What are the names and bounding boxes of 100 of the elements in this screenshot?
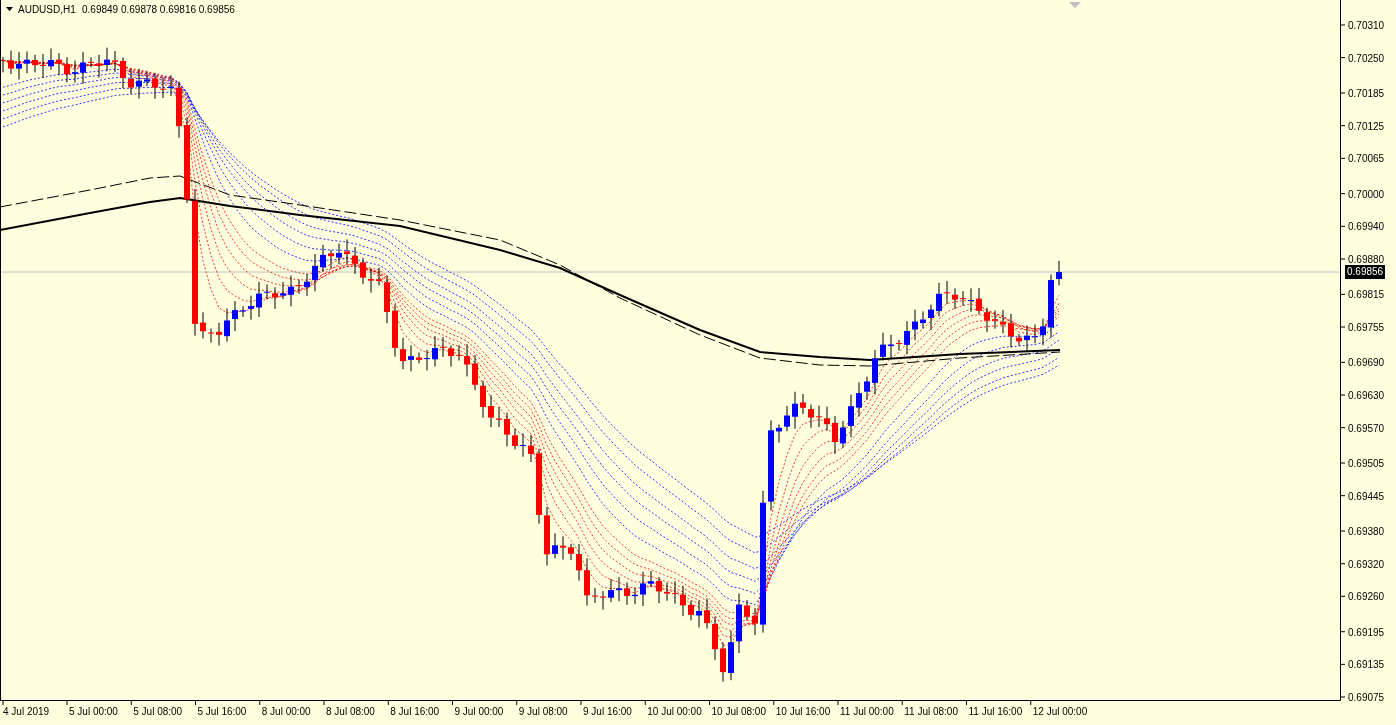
price-label: 0.70065 [1348, 153, 1385, 165]
candlestick [952, 287, 958, 310]
candlestick [552, 532, 558, 559]
candlestick [1048, 274, 1054, 339]
time-label: 9 Jul 08:00 [518, 706, 568, 717]
candlestick [176, 81, 182, 139]
candlestick [616, 576, 622, 602]
candlestick [360, 257, 366, 285]
candlestick [376, 267, 382, 286]
candlestick [680, 585, 686, 617]
candlestick [784, 405, 790, 432]
candlestick [696, 600, 702, 628]
candlestick [864, 376, 870, 401]
candlestick [344, 238, 350, 265]
candlestick [608, 578, 614, 603]
time-label: 11 Jul 16:00 [968, 706, 1023, 717]
candlestick [256, 281, 262, 318]
candlestick [664, 582, 670, 602]
candlestick [456, 344, 462, 361]
candlestick [904, 320, 910, 355]
price-label: 0.70250 [1348, 52, 1385, 64]
candlestick [528, 434, 534, 463]
candlestick [232, 300, 238, 332]
price-label: 0.69195 [1348, 626, 1385, 638]
candlestick [632, 586, 638, 605]
candlestick [600, 590, 606, 611]
candlestick [248, 295, 254, 321]
time-label: 8 Jul 00:00 [261, 706, 311, 717]
current-price-tag: 0.69856 [1345, 265, 1386, 280]
candlestick [624, 581, 630, 606]
dropdown-icon[interactable] [6, 7, 13, 11]
candlestick [208, 328, 214, 344]
candlestick [568, 543, 574, 561]
candlestick [776, 423, 782, 444]
candlestick [928, 304, 934, 331]
candlestick [944, 280, 950, 305]
time-label: 5 Jul 00:00 [69, 706, 118, 717]
price-label: 0.69630 [1348, 390, 1385, 401]
time-label: 4 Jul 2019 [3, 706, 50, 717]
time-label: 8 Jul 16:00 [390, 706, 440, 717]
candlestick [1040, 318, 1046, 346]
candlestick [1008, 313, 1014, 348]
candlestick [440, 336, 446, 358]
candlestick [480, 380, 486, 419]
time-label: 9 Jul 16:00 [583, 706, 632, 717]
price-label: 0.70310 [1348, 20, 1385, 31]
candlestick [296, 279, 302, 295]
candlestick [728, 630, 734, 681]
candlestick [152, 72, 158, 100]
price-label: 0.69690 [1348, 357, 1385, 369]
candlestick [448, 344, 454, 368]
price-label: 0.69570 [1348, 422, 1385, 434]
candlestick [744, 599, 750, 621]
candlestick [712, 616, 718, 661]
time-label: 10 Jul 00:00 [647, 706, 702, 717]
candlestick [984, 307, 990, 333]
price-label: 0.69075 [1348, 692, 1385, 703]
candlestick [1032, 323, 1038, 344]
price-label: 0.69380 [1348, 526, 1385, 538]
candlestick [160, 77, 166, 99]
candlestick [288, 275, 294, 307]
candlestick [72, 60, 78, 84]
candlestick [704, 598, 710, 630]
candlestick [640, 571, 646, 607]
time-label: 11 Jul 08:00 [904, 706, 958, 717]
candlestick [80, 51, 86, 85]
candlestick [368, 267, 374, 294]
candlestick [576, 543, 582, 582]
candlestick [88, 56, 94, 68]
price-label: 0.69755 [1348, 322, 1385, 333]
candlestick [584, 557, 590, 606]
candlestick [1024, 325, 1030, 353]
price-label: 0.69940 [1348, 221, 1385, 233]
candlestick [752, 607, 758, 636]
candlestick [688, 600, 694, 621]
candlestick [240, 305, 246, 318]
candlestick [504, 412, 510, 447]
time-label: 11 Jul 00:00 [840, 706, 894, 717]
candlestick [800, 393, 806, 415]
candlestick [512, 427, 518, 450]
candlestick [112, 50, 118, 73]
candlestick [32, 54, 38, 73]
price-label: 0.70000 [1348, 188, 1385, 200]
candlestick [1000, 309, 1006, 334]
symbol-title: AUDUSD,H1 [18, 4, 76, 15]
candlestick [936, 282, 942, 317]
candlestick [280, 281, 286, 300]
candlestick [48, 48, 54, 71]
candlestick [736, 593, 742, 654]
time-label: 12 Jul 00:00 [1032, 706, 1088, 717]
time-label: 8 Jul 08:00 [326, 706, 375, 717]
candlestick [824, 406, 830, 432]
candlestick [304, 273, 310, 297]
candlestick [272, 286, 278, 310]
candlestick [40, 53, 46, 79]
price-label: 0.69880 [1348, 254, 1385, 265]
candlestick [104, 47, 110, 72]
candlestick [312, 253, 318, 292]
candlestick [8, 50, 14, 75]
candlestick [128, 68, 134, 95]
